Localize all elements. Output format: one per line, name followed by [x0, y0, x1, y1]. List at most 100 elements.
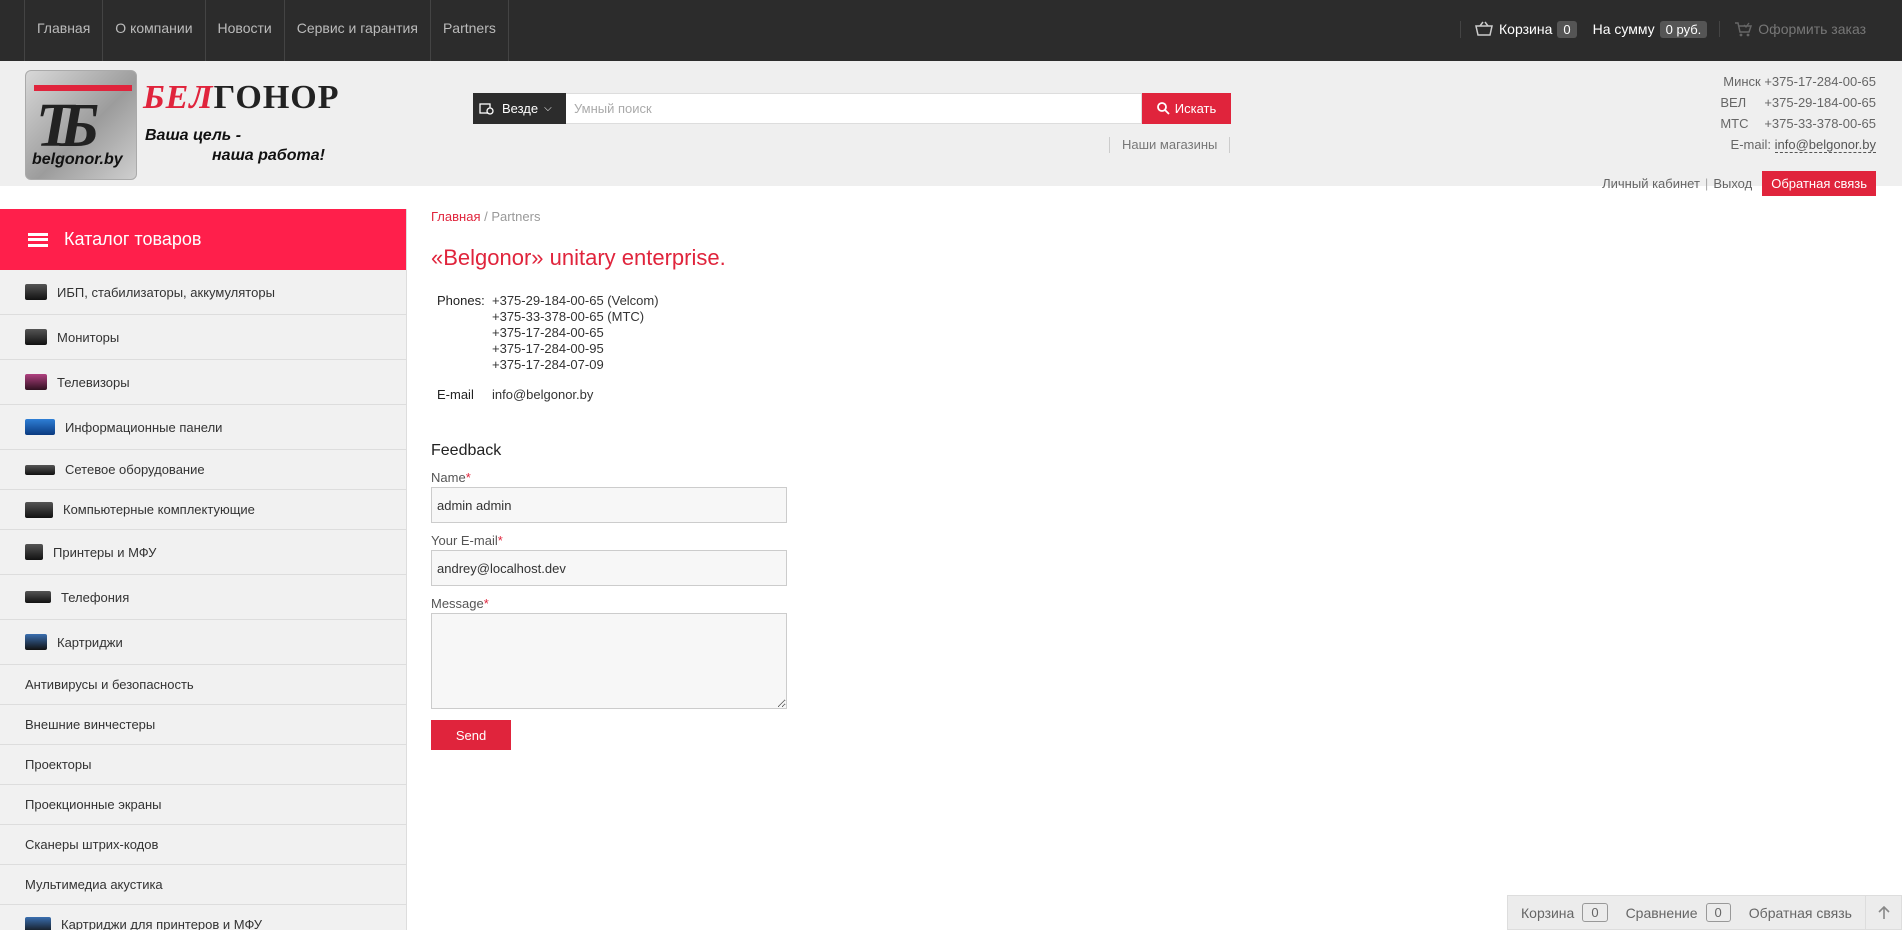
topnav-partners[interactable]: Partners: [429, 0, 509, 61]
catalog-item-components[interactable]: Компьютерные комплектующие: [0, 490, 406, 530]
phone-icon: [25, 591, 51, 603]
bottom-feedback-link[interactable]: Обратная связь: [1749, 905, 1852, 921]
monitor-icon: [25, 329, 47, 345]
checkout-cart-icon: [1735, 22, 1753, 37]
catalog-item-printer-cartridges[interactable]: Картриджи для принтеров и МФУ: [0, 905, 406, 930]
ups-icon: [25, 284, 47, 300]
email-label: E-mail:: [1730, 137, 1771, 152]
phone-4: +375-17-284-00-95: [492, 341, 604, 356]
topnav-service[interactable]: Сервис и гарантия: [283, 0, 430, 61]
email-block: E-mail info@belgonor.by: [431, 387, 1431, 402]
catalog-item-ups[interactable]: ИБП, стабилизаторы, аккумуляторы: [0, 270, 406, 315]
search-scope-label: Везде: [502, 101, 539, 116]
bottom-compare-link[interactable]: Сравнение: [1626, 905, 1698, 921]
basket-icon: [1475, 21, 1493, 36]
header-contacts: Минск +375-17-284-00-65 ВЕЛ +375-29-184-0…: [1720, 71, 1876, 155]
email-label: E-mail: [437, 387, 474, 402]
cart-sum-badge: 0 руб.: [1659, 20, 1708, 38]
catalog-item-screens[interactable]: Проекционные экраны: [0, 785, 406, 825]
search-input[interactable]: [566, 93, 1142, 124]
logo-url: belgonor.by: [32, 151, 123, 168]
catalog-sidebar: Каталог товаров ИБП, стабилизаторы, акку…: [0, 209, 407, 930]
logo-emblem[interactable]: ТБ belgonor.by: [25, 70, 137, 180]
top-nav: Главная О компании Новости Сервис и гара…: [24, 0, 509, 61]
menu-icon: [28, 232, 48, 247]
logout-link[interactable]: Выход: [1713, 176, 1752, 191]
slogan-line-2: наша работа!: [212, 147, 325, 164]
cart-count-badge: 0: [1557, 20, 1577, 38]
cart-sum-label: На сумму: [1592, 21, 1655, 37]
phone-5: +375-17-284-07-09: [492, 357, 604, 372]
bottom-cart-count: 0: [1582, 903, 1608, 922]
catalog-item-network[interactable]: Сетевое оборудование: [0, 450, 406, 490]
search-icon: [1156, 102, 1170, 115]
brand-name[interactable]: БЕЛГОНОР: [143, 79, 340, 117]
catalog-item-printers[interactable]: Принтеры и МФУ: [0, 530, 406, 575]
checkout-label: Оформить заказ: [1758, 21, 1866, 37]
info-panel-icon: [25, 419, 55, 435]
scroll-up-button[interactable]: [1865, 895, 1901, 930]
header-email-link[interactable]: info@belgonor.by: [1774, 137, 1876, 153]
feedback-title: Feedback: [431, 442, 502, 459]
tv-icon: [25, 374, 47, 390]
catalog-item-antivirus[interactable]: Антивирусы и безопасность: [0, 665, 406, 705]
mts-phone: +375-33-378-00-65: [1764, 116, 1876, 131]
catalog-list: ИБП, стабилизаторы, аккумуляторы Монитор…: [0, 270, 406, 930]
bottom-compare-count: 0: [1705, 903, 1731, 922]
email-value[interactable]: info@belgonor.by: [492, 387, 593, 402]
search-scope-icon: [479, 102, 494, 115]
message-label: Message*: [431, 596, 489, 611]
catalog-header[interactable]: Каталог товаров: [0, 209, 406, 270]
catalog-item-monitors[interactable]: Мониторы: [0, 315, 406, 360]
catalog-item-tv[interactable]: Телевизоры: [0, 360, 406, 405]
catalog-item-panels[interactable]: Информационные панели: [0, 405, 406, 450]
name-field[interactable]: [431, 487, 787, 523]
catalog-item-cartridges[interactable]: Картриджи: [0, 620, 406, 665]
feedback-button[interactable]: Обратная связь: [1762, 171, 1876, 196]
bottom-panel: Корзина 0 Сравнение 0 Обратная связь: [1507, 895, 1902, 930]
main-content: Главная / Partners «Belgonor» unitary en…: [431, 209, 1431, 750]
cart-label: Корзина: [1499, 21, 1553, 37]
top-bar: Главная О компании Новости Сервис и гара…: [0, 0, 1902, 61]
phone-1: +375-29-184-00-65 (Velcom): [492, 293, 659, 308]
topnav-about[interactable]: О компании: [102, 0, 204, 61]
vel-phone: +375-29-184-00-65: [1764, 95, 1876, 110]
cart-link[interactable]: Корзина 0: [1460, 20, 1577, 38]
send-button[interactable]: Send: [431, 720, 511, 750]
printer-icon: [25, 544, 43, 560]
our-stores-link[interactable]: Наши магазины: [1109, 137, 1231, 153]
minsk-label: Минск: [1723, 74, 1761, 89]
phones-block: Phones: +375-29-184-00-65 (Velcom) +375-…: [431, 293, 1431, 373]
topnav-news[interactable]: Новости: [204, 0, 284, 61]
cabinet-link[interactable]: Личный кабинет: [1602, 176, 1700, 191]
email-field-label: Your E-mail*: [431, 533, 503, 548]
minsk-phone: +375-17-284-00-65: [1764, 74, 1876, 89]
breadcrumb-current: Partners: [491, 209, 541, 224]
catalog-item-projectors[interactable]: Проекторы: [0, 745, 406, 785]
cart-summary: Корзина 0 На сумму 0 руб. Оформить заказ: [1460, 18, 1866, 40]
slogan-line-1: Ваша цель -: [145, 127, 242, 144]
catalog-item-telephony[interactable]: Телефония: [0, 575, 406, 620]
catalog-item-barcode[interactable]: Сканеры штрих-кодов: [0, 825, 406, 865]
vel-label: ВЕЛ: [1720, 95, 1747, 110]
phones-label: Phones:: [437, 293, 485, 308]
topnav-home[interactable]: Главная: [24, 0, 102, 61]
checkout-link[interactable]: Оформить заказ: [1719, 21, 1866, 37]
mts-label: МТС: [1720, 116, 1749, 131]
search-scope-dropdown[interactable]: Везде ⌵: [473, 93, 566, 124]
cart-sum: На сумму 0 руб.: [1577, 20, 1708, 38]
phone-3: +375-17-284-00-65: [492, 325, 604, 340]
site-header: ТБ belgonor.by БЕЛГОНОР Ваша цель - наша…: [0, 61, 1902, 186]
breadcrumb: Главная / Partners: [431, 209, 541, 224]
breadcrumb-home[interactable]: Главная: [431, 209, 480, 224]
arrow-up-icon: [1877, 905, 1890, 919]
message-field[interactable]: [431, 613, 787, 709]
bottom-cart-link[interactable]: Корзина: [1521, 905, 1574, 921]
catalog-item-acoustics[interactable]: Мультимедиа акустика: [0, 865, 406, 905]
catalog-item-external-hdd[interactable]: Внешние винчестеры: [0, 705, 406, 745]
components-icon: [25, 501, 53, 518]
email-field[interactable]: [431, 550, 787, 586]
search-button[interactable]: Искать: [1142, 93, 1231, 124]
printer-cartridge-icon: [25, 916, 51, 930]
name-label: Name*: [431, 470, 471, 485]
